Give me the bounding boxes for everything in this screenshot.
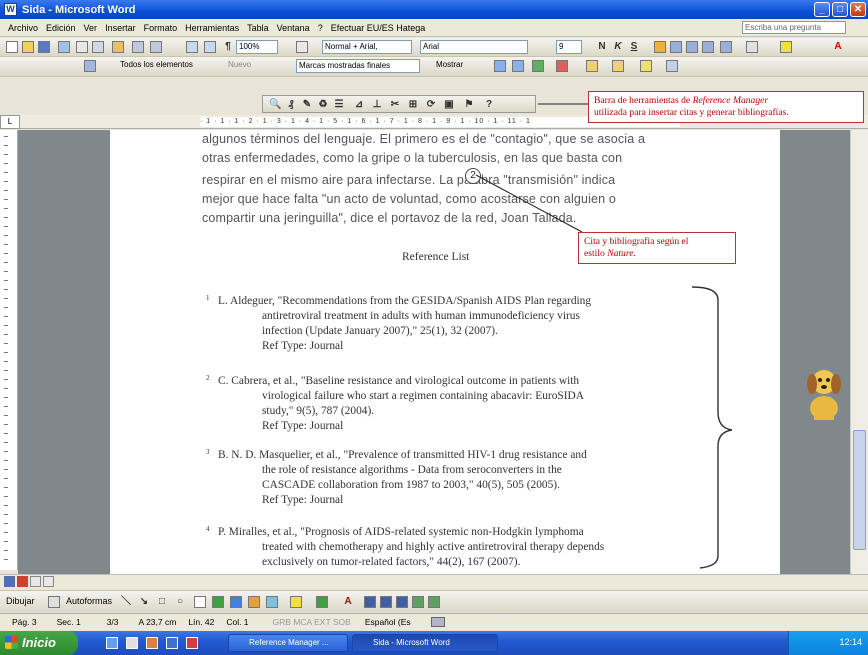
outline-view-icon[interactable]: [43, 576, 54, 587]
select-objects-icon[interactable]: [48, 596, 60, 608]
3d-icon[interactable]: [428, 596, 440, 608]
status-bar: Pág. 3 Sec. 1 3/3 A 23,7 cm Lín. 42 Col.…: [0, 613, 868, 630]
status-count: 3/3: [106, 617, 119, 627]
word-window: W Sida - Microsoft Word _ □ ✕ Archivo Ed…: [0, 0, 868, 655]
vertical-scrollbar[interactable]: [850, 130, 868, 574]
draw-menu-button[interactable]: Dibujar: [6, 596, 35, 606]
status-line: Lín. 42: [188, 617, 215, 627]
normal-view-icon[interactable]: [4, 576, 15, 587]
status-modes: GRB MCA EXT SOB: [272, 617, 351, 627]
word-quicklaunch-icon[interactable]: [166, 637, 178, 649]
arrow-tool-icon[interactable]: ↘: [138, 596, 150, 608]
drawing-toolbar: Dibujar Autoformas ＼ ↘ □ ○ A: [0, 590, 868, 612]
toolbar-callout-emph: Reference Manager: [692, 95, 769, 106]
desktop-quicklaunch-icon[interactable]: [126, 637, 138, 649]
citation-callout-emph: Nature: [607, 248, 634, 259]
app-quicklaunch-icon[interactable]: [186, 637, 198, 649]
shadow-icon[interactable]: [412, 596, 424, 608]
textbox-icon[interactable]: [194, 596, 206, 608]
spelling-status-icon[interactable]: [430, 617, 445, 627]
citation-callout-leader: [475, 174, 583, 233]
arrow-style-icon[interactable]: [396, 596, 408, 608]
clock: 12:14: [839, 637, 862, 647]
wordart-icon[interactable]: [212, 596, 224, 608]
picture-icon[interactable]: [266, 596, 278, 608]
taskbar: Inicio Reference Manager ... Sida - Micr…: [0, 631, 868, 655]
start-button[interactable]: Inicio: [0, 631, 78, 655]
line-tool-icon[interactable]: ＼: [120, 596, 132, 608]
citation-callout-prefix: Cita y bibliografía según el: [584, 236, 689, 247]
citation-callout-mid: estilo: [584, 248, 608, 259]
scroll-thumb[interactable]: [853, 430, 866, 550]
status-language: Español (Es: [364, 617, 411, 627]
toolbar-callout-prefix: Barra de herramientas de: [594, 95, 693, 106]
web-view-icon[interactable]: [17, 576, 28, 587]
task-word[interactable]: Sida - Microsoft Word: [352, 634, 498, 652]
dash-style-icon[interactable]: [380, 596, 392, 608]
toolbar-callout-suffix: utilizada para insertar citas y generar …: [594, 107, 789, 118]
system-tray: 12:14: [788, 631, 868, 655]
diagram-icon[interactable]: [230, 596, 242, 608]
horizontal-scrollbar[interactable]: [0, 574, 868, 588]
draw-font-color-icon[interactable]: A: [342, 596, 354, 608]
autoshapes-menu-button[interactable]: Autoformas: [66, 596, 112, 606]
line-style-icon[interactable]: [364, 596, 376, 608]
citation-callout: Cita y bibliografía según el estilo Natu…: [578, 232, 736, 264]
rectangle-tool-icon[interactable]: □: [156, 596, 168, 608]
windows-logo-icon: [5, 636, 18, 649]
status-position: A 23,7 cm: [138, 617, 177, 627]
media-quicklaunch-icon[interactable]: [146, 637, 158, 649]
status-page: Pág. 3: [12, 617, 37, 627]
oval-tool-icon[interactable]: ○: [174, 596, 186, 608]
clipart-icon[interactable]: [248, 596, 260, 608]
citation-callout-end: .: [633, 248, 636, 259]
print-view-icon[interactable]: [30, 576, 41, 587]
task-reference-manager[interactable]: Reference Manager ...: [228, 634, 348, 652]
status-section: Sec. 1: [56, 617, 81, 627]
bibliography-bracket: [691, 286, 733, 569]
line-color-icon[interactable]: [316, 596, 328, 608]
fill-color-icon[interactable]: [290, 596, 302, 608]
ie-quicklaunch-icon[interactable]: [106, 637, 118, 649]
status-column: Col. 1: [226, 617, 249, 627]
toolbar-callout: Barra de herramientas de Reference Manag…: [588, 91, 864, 123]
start-label: Inicio: [22, 635, 56, 650]
office-assistant-icon[interactable]: [800, 362, 848, 422]
